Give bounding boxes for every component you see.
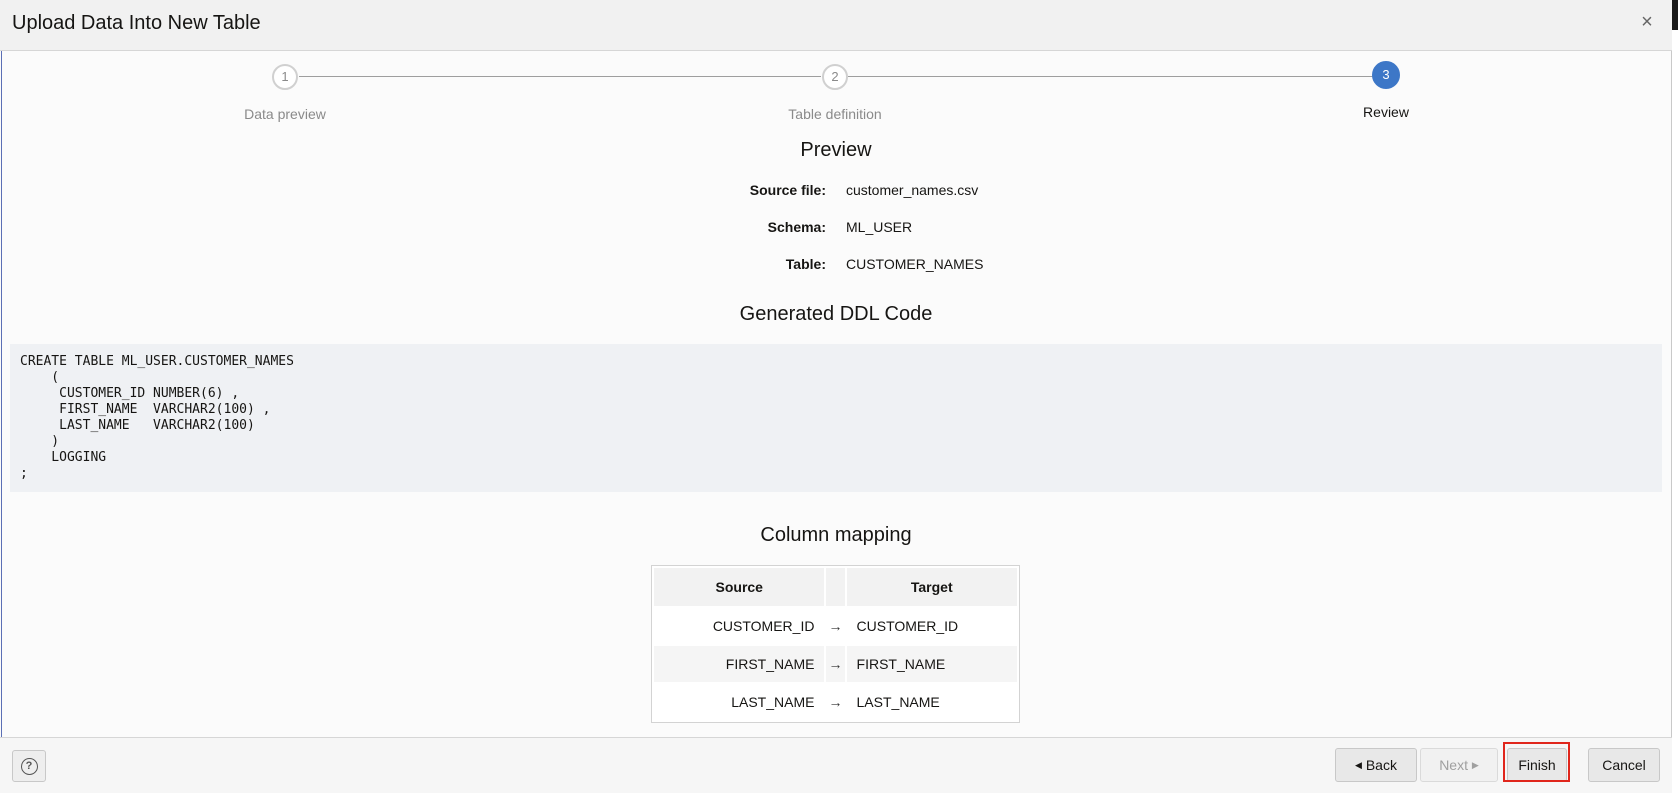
dialog-footer: ? ◀ Back Next ▶ Finish Cancel	[0, 737, 1672, 793]
schema-label: Schema:	[767, 219, 826, 235]
help-icon: ?	[20, 758, 38, 775]
window-edge	[1672, 0, 1678, 793]
ddl-code: CREATE TABLE ML_USER.CUSTOMER_NAMES ( CU…	[20, 354, 294, 481]
upload-dialog: Upload Data Into New Table × 1 Data prev…	[0, 0, 1672, 793]
preview-title: Preview	[800, 139, 872, 161]
arrow-column-header	[826, 568, 845, 606]
step-3-indicator[interactable]: 3	[1372, 61, 1400, 89]
step-2-label: Table definition	[788, 106, 882, 122]
step-1-label: Data preview	[244, 106, 326, 122]
next-button[interactable]: Next ▶	[1420, 748, 1498, 782]
step-3-label: Review	[1363, 104, 1409, 120]
source-cell: FIRST_NAME	[654, 646, 825, 682]
step-2-indicator[interactable]: 2	[822, 64, 848, 90]
source-cell: LAST_NAME	[731, 694, 815, 710]
step-connector-2	[848, 76, 1373, 77]
window-edge-dark	[1672, 0, 1678, 30]
next-button-label: Next	[1439, 757, 1468, 773]
target-cell: LAST_NAME	[856, 694, 940, 710]
source-file-label: Source file:	[749, 182, 826, 198]
table-row: LAST_NAME → LAST_NAME	[654, 684, 1017, 720]
back-button-label: Back	[1365, 757, 1397, 773]
close-icon[interactable]: ×	[1637, 10, 1657, 34]
schema-value: ML_USER	[846, 219, 913, 235]
mapping-title: Column mapping	[760, 524, 912, 546]
dialog-title: Upload Data Into New Table	[12, 12, 261, 34]
step-connector-1	[299, 76, 821, 77]
target-column-header: Target	[846, 568, 1017, 606]
caret-left-icon: ◀	[1355, 760, 1362, 771]
source-column-header: Source	[654, 568, 825, 606]
target-cell: CUSTOMER_ID	[856, 618, 959, 634]
back-button[interactable]: ◀ Back	[1335, 748, 1417, 782]
column-mapping-table: Source Target CUSTOMER_ID → CUSTOMER_ID …	[651, 565, 1020, 723]
finish-highlight-box	[1503, 742, 1570, 782]
arrow-right-icon: →	[826, 646, 845, 682]
table-row: CUSTOMER_ID → CUSTOMER_ID	[654, 608, 1017, 644]
cancel-button[interactable]: Cancel	[1588, 748, 1660, 782]
table-label: Table:	[785, 256, 826, 272]
cancel-button-label: Cancel	[1602, 757, 1646, 773]
source-cell: CUSTOMER_ID	[712, 618, 815, 634]
dialog-header: Upload Data Into New Table ×	[0, 0, 1672, 51]
step-1-indicator[interactable]: 1	[272, 64, 298, 90]
ddl-title: Generated DDL Code	[739, 303, 933, 325]
target-cell: FIRST_NAME	[846, 646, 1017, 682]
table-value: CUSTOMER_NAMES	[846, 256, 984, 272]
source-file-value: customer_names.csv	[846, 182, 979, 198]
mapping-header-row: Source Target	[654, 568, 1017, 606]
help-button[interactable]: ?	[12, 750, 46, 782]
ddl-code-block[interactable]: CREATE TABLE ML_USER.CUSTOMER_NAMES ( CU…	[10, 344, 1662, 492]
arrow-right-icon: →	[828, 694, 843, 710]
arrow-right-icon: →	[828, 618, 843, 634]
caret-right-icon: ▶	[1471, 760, 1479, 771]
table-row: FIRST_NAME → FIRST_NAME	[654, 646, 1017, 682]
